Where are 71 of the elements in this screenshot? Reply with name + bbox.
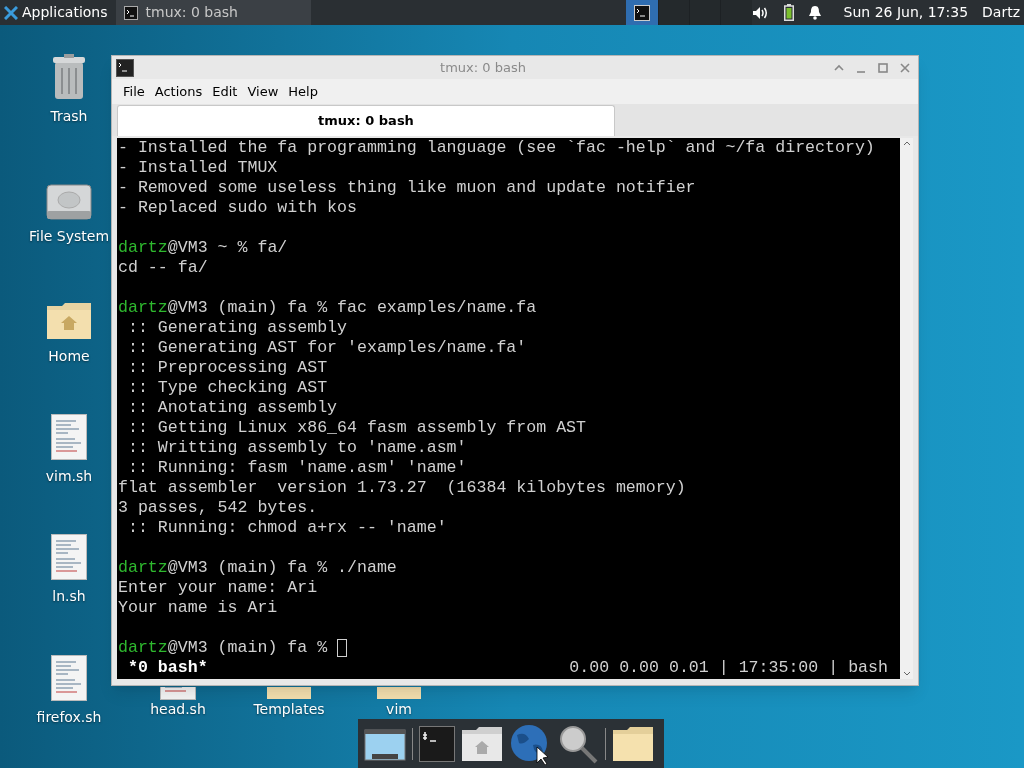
globe-icon[interactable] — [509, 722, 551, 765]
prompt-user: dartz — [118, 558, 168, 578]
terminal-icon — [634, 4, 650, 21]
prompt-text: @VM3 (main) fa % ./name — [167, 558, 397, 578]
menu-item[interactable]: Help — [285, 81, 321, 102]
trash-icon[interactable] — [52, 54, 86, 100]
notification-bell-icon[interactable] — [807, 5, 822, 20]
terminal-line: flat assembler version 1.73.27 (16384 kilobytes memory) — [118, 478, 686, 498]
desktop-icon[interactable] — [364, 726, 406, 761]
document-icon[interactable] — [160, 687, 196, 700]
prompt-user: dartz — [118, 638, 168, 658]
terminal-line: - Installed the fa programming language (see `fac -help` and ~/fa directory) — [118, 138, 875, 158]
desktop-icon-label[interactable]: vim — [386, 701, 412, 717]
terminal-line: :: Getting Linux x86_64 fasm assembly from AST — [126, 418, 587, 438]
prompt-user: dartz — [118, 238, 168, 258]
terminal-line: :: Anotating assembly — [126, 398, 338, 418]
folder-icon[interactable] — [612, 725, 654, 762]
terminal-line: Enter your name: Ari — [118, 578, 318, 598]
home-folder-icon[interactable] — [46, 302, 92, 340]
prompt-text: @VM3 (main) fa % — [167, 638, 329, 658]
terminal-icon — [123, 5, 138, 20]
menu-item[interactable]: Actions — [151, 81, 206, 102]
terminal-line: cd -- fa/ — [118, 258, 208, 278]
hard-drive-icon[interactable] — [46, 184, 92, 220]
prompt-text: @VM3 ~ % fa/ — [167, 238, 288, 258]
prompt-text: @VM3 (main) fa % fac examples/name.fa — [167, 298, 537, 318]
volume-icon[interactable] — [751, 5, 770, 20]
terminal-icon — [116, 58, 134, 77]
desktop-icon-label[interactable]: ln.sh — [52, 586, 86, 607]
window-title: tmux: 0 bash — [439, 58, 527, 77]
terminal-line: Your name is Ari — [118, 598, 278, 618]
desktop-icon-label[interactable]: Trash — [50, 106, 88, 127]
document-icon[interactable] — [51, 655, 87, 701]
terminal-line: :: Writting assembly to 'name.asm' — [126, 438, 467, 458]
document-icon[interactable] — [51, 534, 87, 580]
tab[interactable]: tmux: 0 bash — [117, 105, 615, 136]
maximize-button[interactable] — [876, 60, 890, 75]
menu-item[interactable]: Edit — [209, 81, 241, 102]
desktop-icon-label[interactable]: head.sh — [150, 701, 206, 717]
terminal-icon[interactable] — [419, 725, 455, 762]
clock[interactable]: Sun 26 Jun, 17:35 — [835, 2, 969, 23]
app-menu-icon — [4, 5, 18, 20]
close-button[interactable] — [898, 60, 912, 75]
terminal-line: :: Running: chmod a+rx -- 'name' — [126, 518, 447, 538]
menu-item[interactable]: View — [244, 81, 282, 102]
user-name[interactable]: Dartz — [982, 2, 1020, 23]
terminal-line: :: Preprocessing AST — [126, 358, 328, 378]
terminal-line: :: Generating assembly — [126, 318, 348, 338]
terminal-line: :: Generating AST for 'examples/name.fa' — [126, 338, 527, 358]
scroll-bar[interactable] — [900, 138, 913, 679]
terminal-line: - Installed TMUX — [118, 158, 278, 178]
desktop-icon-label[interactable]: firefox.sh — [36, 707, 102, 728]
terminal-line: 3 passes, 542 bytes. — [118, 498, 318, 518]
prompt-user: dartz — [118, 298, 168, 318]
tmux-window-label: *0 bash* — [127, 658, 208, 678]
desktop-icon-label[interactable]: File System — [28, 226, 110, 247]
desktop-icon-label[interactable]: Templates — [253, 701, 325, 717]
terminal-line: - Replaced sudo with kos — [118, 198, 357, 218]
home-folder-icon[interactable] — [461, 725, 503, 762]
terminal-line: :: Type checking AST — [126, 378, 328, 398]
menu-item[interactable]: File — [120, 81, 148, 102]
desktop-icon-label[interactable]: vim.sh — [45, 466, 93, 487]
terminal-line: - Removed some useless thing like muon and update notifier — [118, 178, 696, 198]
applications-menu[interactable]: Applications — [0, 0, 116, 25]
tmux-status-info: 0.00 0.00 0.01 | 17:35:00 | bash — [569, 658, 889, 678]
desktop-icon-label[interactable]: Home — [48, 346, 90, 367]
terminal-line: :: Running: fasm 'name.asm' 'name' — [126, 458, 467, 478]
document-icon[interactable] — [51, 414, 87, 460]
taskbar-button[interactable]: tmux: 0 bash — [115, 0, 312, 25]
workspace-button[interactable] — [626, 0, 658, 25]
battery-icon[interactable] — [783, 4, 794, 21]
